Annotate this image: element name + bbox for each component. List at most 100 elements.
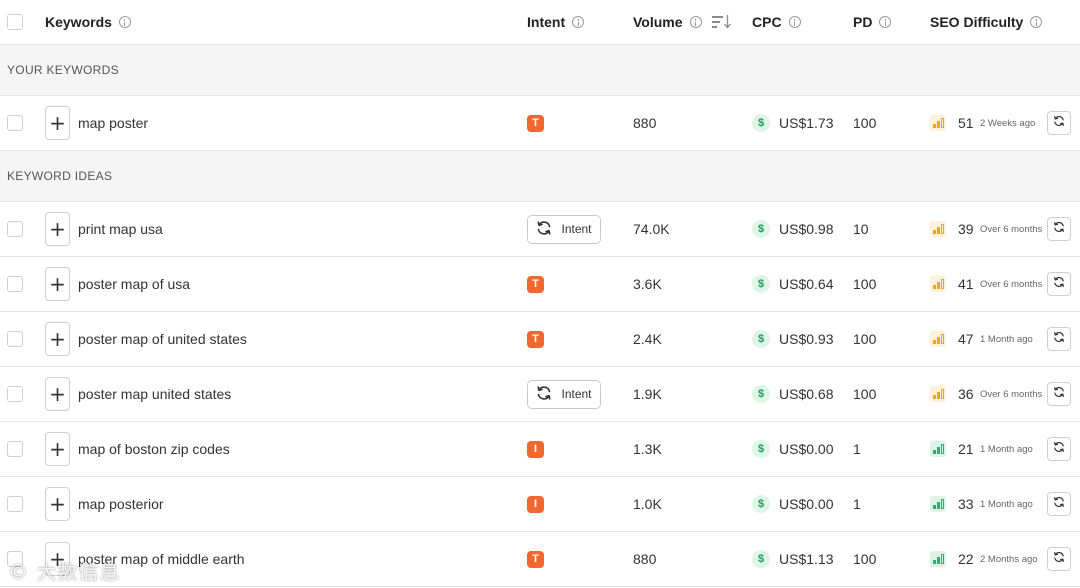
plus-icon: + (49, 217, 66, 241)
pd-value: 1 (853, 496, 861, 512)
header-pd[interactable]: PD (853, 0, 892, 44)
info-icon[interactable] (689, 16, 702, 28)
pd-value: 1 (853, 441, 861, 457)
refresh-button[interactable] (1047, 217, 1071, 241)
refresh-icon (536, 385, 552, 404)
table-row: + map posterior I 1.0K $ US$0.00 1 33 1 Month ag… (0, 477, 1080, 532)
header-cpc[interactable]: CPC (752, 0, 801, 44)
refresh-button[interactable] (1047, 272, 1071, 296)
sort-descending-icon[interactable] (711, 15, 731, 29)
row-checkbox[interactable] (7, 115, 23, 131)
table-row: + print map usa Intent 74.0K $ US$0.98 10 39 Ove… (0, 202, 1080, 257)
select-all-checkbox[interactable] (7, 14, 23, 30)
refresh-icon (1053, 220, 1065, 238)
row-checkbox[interactable] (7, 496, 23, 512)
intent-button-label: Intent (561, 222, 592, 236)
dollar-icon: $ (752, 275, 770, 293)
difficulty-value: 36 (958, 386, 974, 402)
refresh-button[interactable] (1047, 111, 1071, 135)
last-updated: Over 6 months (980, 388, 1043, 400)
info-icon[interactable] (572, 16, 585, 28)
plus-icon: + (49, 111, 66, 135)
row-checkbox[interactable] (7, 331, 23, 347)
pd-value: 100 (853, 386, 877, 402)
refresh-button[interactable] (1047, 492, 1071, 516)
refresh-icon (1053, 114, 1065, 132)
pd-value: 100 (853, 115, 877, 131)
volume-value: 1.0K (633, 496, 662, 512)
refresh-icon (1053, 440, 1065, 458)
cpc-value: US$0.68 (779, 386, 834, 402)
header-seo-difficulty-label: SEO Difficulty (930, 14, 1024, 30)
add-keyword-button[interactable]: + (45, 322, 70, 356)
last-updated: Over 6 months (980, 223, 1043, 235)
last-updated: 1 Month ago (980, 333, 1033, 345)
refresh-button[interactable] (1047, 327, 1071, 351)
header-pd-label: PD (853, 14, 873, 30)
cpc-value: US$0.00 (779, 441, 834, 457)
keyword-text: print map usa (78, 221, 163, 237)
table-row: + poster map united states Intent 1.9K $ US$0… (0, 367, 1080, 422)
difficulty-value: 22 (958, 551, 974, 567)
cpc-value: US$0.00 (779, 496, 834, 512)
intent-button[interactable]: Intent (527, 379, 601, 409)
refresh-icon (1053, 330, 1065, 348)
table-row: + poster map of usa T 3.6K $ US$0.64 100 41 Over… (0, 257, 1080, 312)
last-updated: 1 Month ago (980, 443, 1033, 455)
refresh-button[interactable] (1047, 437, 1071, 461)
difficulty-bars-icon (930, 551, 946, 567)
info-icon[interactable] (1030, 16, 1043, 28)
table-header: Keywords Intent Volume CPC PD SEO Diffic… (0, 0, 1080, 45)
info-icon[interactable] (118, 16, 131, 28)
keyword-text: map posterior (78, 496, 164, 512)
volume-value: 3.6K (633, 276, 662, 292)
refresh-button[interactable] (1047, 382, 1071, 406)
info-icon[interactable] (879, 16, 892, 28)
keyword-text: poster map of usa (78, 276, 191, 292)
refresh-button[interactable] (1047, 547, 1071, 571)
refresh-icon (1053, 495, 1065, 513)
keyword-text: map poster (78, 115, 149, 131)
intent-button[interactable]: Intent (527, 214, 601, 244)
volume-value: 1.3K (633, 441, 662, 457)
row-checkbox[interactable] (7, 441, 23, 457)
header-seo-difficulty[interactable]: SEO Difficulty (930, 0, 1043, 44)
row-checkbox[interactable] (7, 276, 23, 292)
volume-value: 2.4K (633, 331, 662, 347)
plus-icon: + (49, 272, 66, 296)
add-keyword-button[interactable]: + (45, 106, 70, 140)
volume-value: 1.9K (633, 386, 662, 402)
intent-badge: T (527, 330, 544, 348)
difficulty-bars-icon (930, 221, 946, 237)
header-volume[interactable]: Volume (633, 0, 731, 44)
volume-value: 880 (633, 551, 657, 567)
watermark: © 大数信息 (8, 560, 121, 584)
add-keyword-button[interactable]: + (45, 212, 70, 246)
cpc-value: US$0.98 (779, 221, 834, 237)
info-icon[interactable] (788, 16, 801, 28)
refresh-icon (536, 220, 552, 239)
intent-badge: I (527, 440, 544, 458)
add-keyword-button[interactable]: + (45, 267, 70, 301)
dollar-icon: $ (752, 385, 770, 403)
intent-cell: T (527, 257, 544, 311)
header-keywords[interactable]: Keywords (45, 0, 131, 44)
plus-icon: + (49, 327, 66, 351)
intent-cell: T (527, 532, 544, 586)
table-row: + poster map of united states T 2.4K $ US$0.9… (0, 312, 1080, 367)
add-keyword-button[interactable]: + (45, 377, 70, 411)
intent-badge: T (527, 114, 544, 132)
difficulty-value: 51 (958, 115, 974, 131)
row-checkbox[interactable] (7, 221, 23, 237)
add-keyword-button[interactable]: + (45, 487, 70, 521)
plus-icon: + (49, 492, 66, 516)
dollar-icon: $ (752, 440, 770, 458)
difficulty-bars-icon (930, 276, 946, 292)
add-keyword-button[interactable]: + (45, 432, 70, 466)
header-intent[interactable]: Intent (527, 0, 585, 44)
intent-cell: I (527, 422, 544, 476)
cpc-value: US$1.73 (779, 115, 834, 131)
difficulty-bars-icon (930, 115, 946, 131)
table-row: + map poster T 880 $ US$1.73 100 51 2 Weeks ago (0, 96, 1080, 151)
row-checkbox[interactable] (7, 386, 23, 402)
